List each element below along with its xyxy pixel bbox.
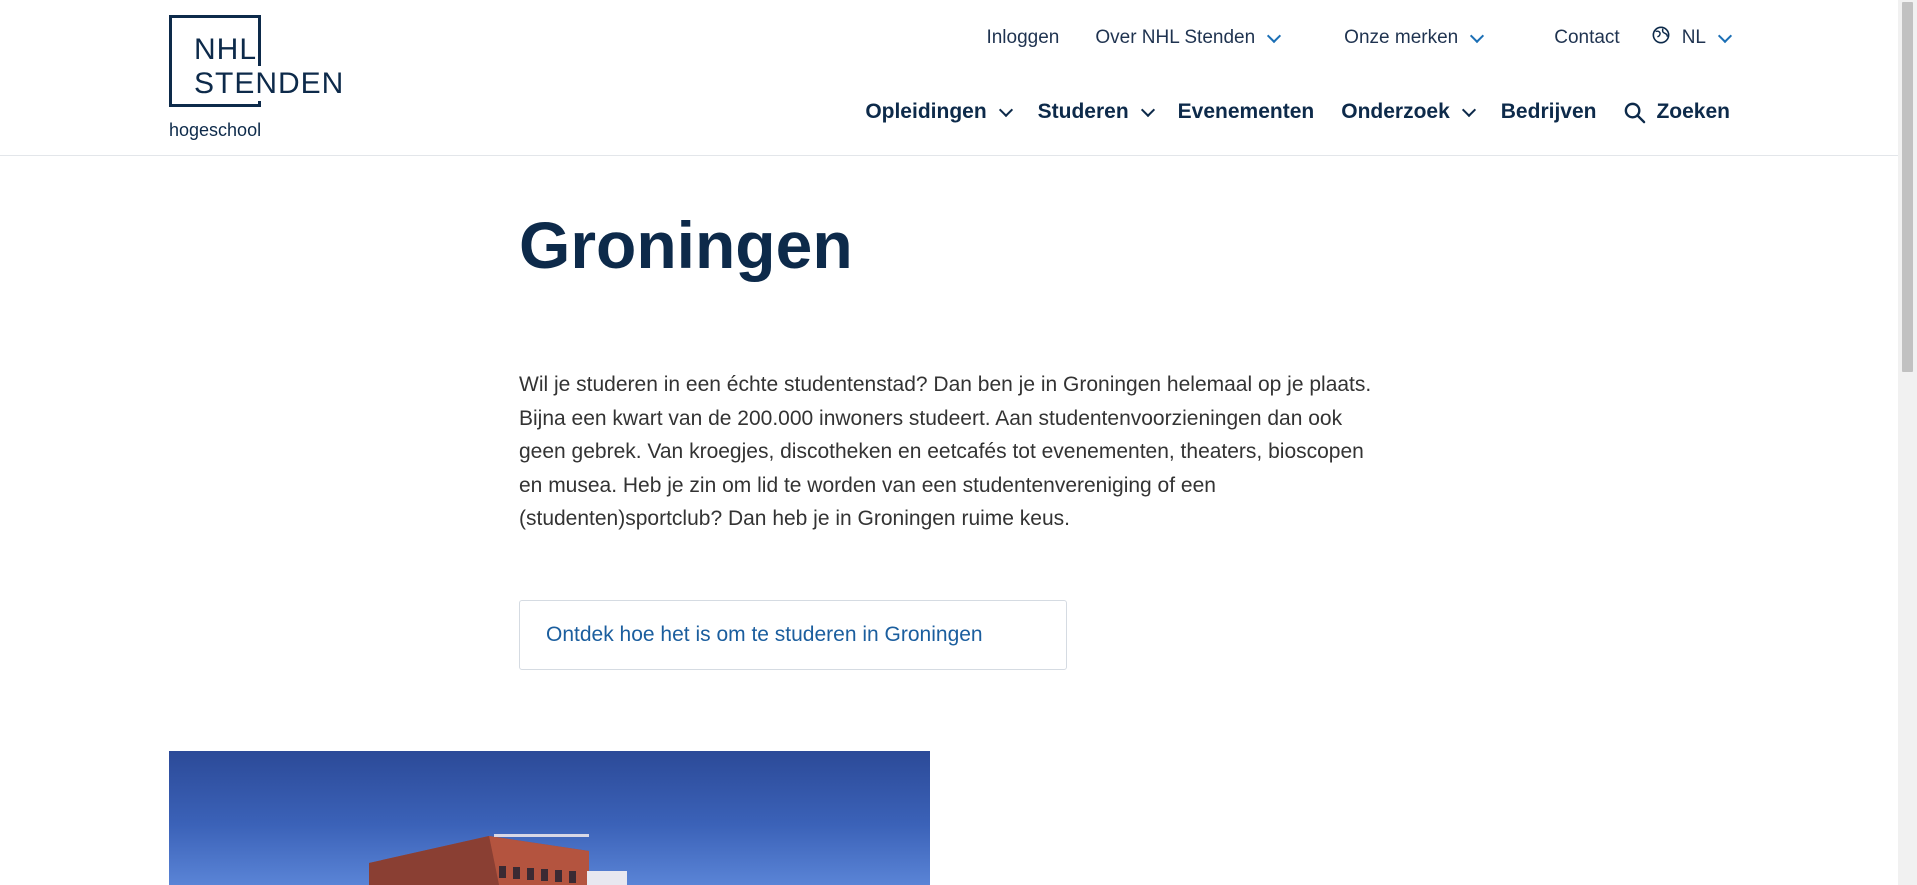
nav-opleidingen[interactable]: Opleidingen bbox=[865, 100, 1013, 124]
cta-label: Ontdek hoe het is om te studeren in Gron… bbox=[546, 623, 983, 646]
language-label: NL bbox=[1681, 27, 1706, 48]
nav-opleidingen-label: Opleidingen bbox=[865, 100, 987, 123]
site-header: NHL STENDEN hogeschool Inloggen Over NHL… bbox=[0, 0, 1898, 156]
chevron-down-icon bbox=[1461, 102, 1476, 117]
login-label: Inloggen bbox=[986, 27, 1060, 48]
nav-onderzoek[interactable]: Onderzoek bbox=[1341, 100, 1476, 124]
chevron-down-icon bbox=[1267, 28, 1282, 43]
nav-studeren[interactable]: Studeren bbox=[1037, 100, 1155, 124]
logo-line-1: NHL bbox=[194, 33, 258, 66]
nav-evenementen[interactable]: Evenementen bbox=[1178, 100, 1315, 124]
intro-paragraph: Wil je studeren in een échte studentenst… bbox=[519, 373, 1372, 531]
chevron-down-icon bbox=[1717, 28, 1733, 43]
cta-button[interactable]: Ontdek hoe het is om te studeren in Gron… bbox=[519, 600, 1067, 670]
nav-onderzoek-label: Onderzoek bbox=[1341, 100, 1450, 123]
logo-line-2: STENDEN bbox=[194, 66, 347, 101]
brands-dropdown[interactable]: Onze merken bbox=[1344, 27, 1485, 49]
nav-studeren-label: Studeren bbox=[1037, 100, 1129, 123]
building-illustration bbox=[369, 834, 627, 885]
contact-label: Contact bbox=[1554, 27, 1620, 48]
nhl-stenden-logo[interactable]: NHL STENDEN hogeschool bbox=[169, 15, 347, 140]
contact-link[interactable]: Contact bbox=[1554, 27, 1619, 49]
search-icon bbox=[1625, 102, 1646, 123]
language-selector[interactable]: NL bbox=[1652, 26, 1733, 49]
nav-bedrijven[interactable]: Bedrijven bbox=[1501, 100, 1597, 124]
globe-icon bbox=[1652, 26, 1670, 44]
chevron-down-icon bbox=[1140, 102, 1155, 117]
nav-bedrijven-label: Bedrijven bbox=[1500, 100, 1597, 123]
about-dropdown[interactable]: Over NHL Stenden bbox=[1095, 27, 1282, 49]
page-scrollbar[interactable] bbox=[1898, 0, 1917, 885]
logo-subtitle: hogeschool bbox=[169, 120, 262, 140]
search-label: Zoeken bbox=[1656, 100, 1730, 123]
about-label: Over NHL Stenden bbox=[1095, 27, 1256, 48]
scrollbar-thumb[interactable] bbox=[1902, 2, 1913, 372]
search-button[interactable]: Zoeken bbox=[1623, 100, 1730, 124]
chevron-down-icon bbox=[998, 102, 1013, 117]
nav-evenementen-label: Evenementen bbox=[1177, 100, 1315, 123]
chevron-down-icon bbox=[1470, 28, 1485, 43]
utility-nav: Inloggen Over NHL Stenden Onze merken Co… bbox=[986, 25, 1733, 51]
main-nav: Opleidingen Studeren Evenementen Onderzo… bbox=[865, 97, 1730, 127]
login-link[interactable]: Inloggen bbox=[986, 27, 1059, 49]
page-title: Groningen bbox=[519, 208, 853, 282]
brands-label: Onze merken bbox=[1344, 27, 1459, 48]
campus-building-photo bbox=[169, 751, 930, 885]
